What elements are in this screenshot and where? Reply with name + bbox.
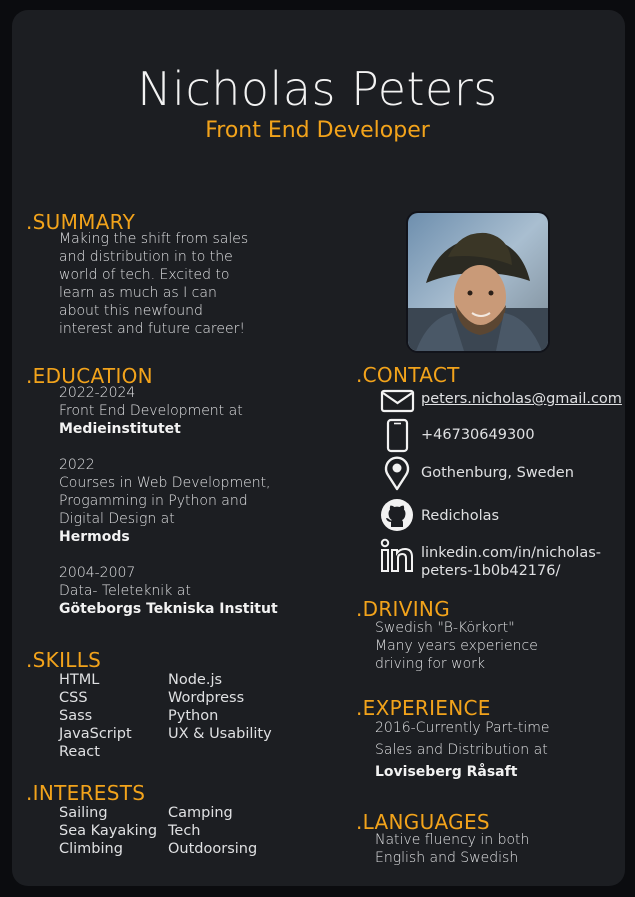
education-school: Hermods [59,529,130,545]
skill-item: Node.js [168,672,223,688]
skill-item: Python [168,708,219,724]
github-icon [379,497,415,537]
linkedin-line: linkedin.com/in/nicholas- [421,545,601,561]
interests-list: Sailing Camping Sea Kayaking Tech Climbi… [59,804,278,858]
education-entry: 2022 Courses in Web Development, Progamm… [59,456,278,546]
interest-item: Sailing [59,805,108,821]
experience-company: Loviseberg Råsaft [375,764,518,780]
skill-item: JavaScript [59,726,132,742]
education-entry: 2022-2024 Front End Development at Medie… [59,384,278,438]
education-line: Courses in Web Development, [59,475,271,491]
map-pin-icon [380,455,416,495]
experience-heading: .EXPERIENCE [356,696,491,720]
languages-text: Native fluency in both English and Swedi… [375,831,529,867]
experience-text: 2016-Currently Part-time Sales and Distr… [375,717,549,783]
education-years: 2022-2024 [59,385,136,401]
driving-line: Swedish "B-Körkort" [375,620,515,636]
interest-item: Sea Kayaking [59,823,158,839]
github-username: Redicholas [421,508,500,524]
phone-icon [380,418,416,458]
languages-line: Native fluency in both [375,832,530,848]
education-school: Göteborgs Tekniska Institut [59,601,278,617]
education-line: Data- Teleteknik at [59,583,191,599]
skill-item: UX & Usability [168,726,272,742]
interest-item: Camping [168,805,233,821]
experience-line: 2016-Currently Part-time [375,720,550,736]
summary-line: world of tech. Excited to [59,267,230,283]
education-entry: 2004-2007 Data- Teleteknik at Göteborgs … [59,564,278,618]
education-list: 2022-2024 Front End Development at Medie… [59,384,278,618]
phone-icon-svg [386,418,409,453]
envelope-icon-svg [380,389,415,413]
driving-heading: .DRIVING [356,597,450,621]
summary-line: learn as much as I can [59,285,217,301]
summary-line: Making the shift from sales [59,231,249,247]
skill-item: Wordpress [168,690,245,706]
candidate-name: Nicholas Peters [137,62,498,116]
experience-line: Sales and Distribution at [375,742,548,758]
map-pin-icon-svg [384,456,410,491]
github-icon-svg [381,499,413,531]
skill-item: React [59,744,100,760]
linkedin-link[interactable]: linkedin.com/in/nicholas- peters-1b0b421… [421,544,601,580]
skill-item: CSS [59,690,88,706]
languages-line: English and Swedish [375,850,519,866]
candidate-title: Front End Developer [205,118,430,143]
summary-line: about this newfound [59,303,203,319]
profile-photo [406,211,550,353]
skills-list: HTML Node.js CSS Wordpress Sass Python J… [59,671,278,761]
driving-line: driving for work [375,656,486,672]
linkedin-line: peters-1b0b42176/ [421,563,561,579]
phone-number: +46730649300 [421,427,535,443]
skills-heading: .SKILLS [26,648,102,672]
skill-item: Sass [59,708,93,724]
education-line: Progamming in Python and [59,493,248,509]
location-text: Gothenburg, Sweden [421,465,574,481]
interests-heading: .INTERESTS [26,781,146,805]
summary-line: and distribution in to the [59,249,233,265]
education-line: Digital Design at [59,511,175,527]
linkedin-icon-svg [380,538,413,572]
email-link[interactable]: peters.nicholas@gmail.com [421,390,622,408]
avatar-illustration [408,213,548,351]
driving-text: Swedish "B-Körkort" Many years experienc… [375,619,538,673]
education-years: 2022 [59,457,95,473]
interest-item: Tech [168,823,201,839]
education-school: Medieinstitutet [59,421,181,437]
interest-item: Outdoorsing [168,841,258,857]
summary-text: Making the shift from sales and distribu… [59,230,248,338]
interest-item: Climbing [59,841,123,857]
summary-line: interest and future career! [59,321,245,337]
driving-line: Many years experience [375,638,538,654]
languages-heading: .LANGUAGES [356,810,490,834]
education-years: 2004-2007 [59,565,136,581]
skill-item: HTML [59,672,100,688]
linkedin-icon [380,538,416,578]
education-line: Front End Development at [59,403,243,419]
envelope-icon [380,383,416,423]
